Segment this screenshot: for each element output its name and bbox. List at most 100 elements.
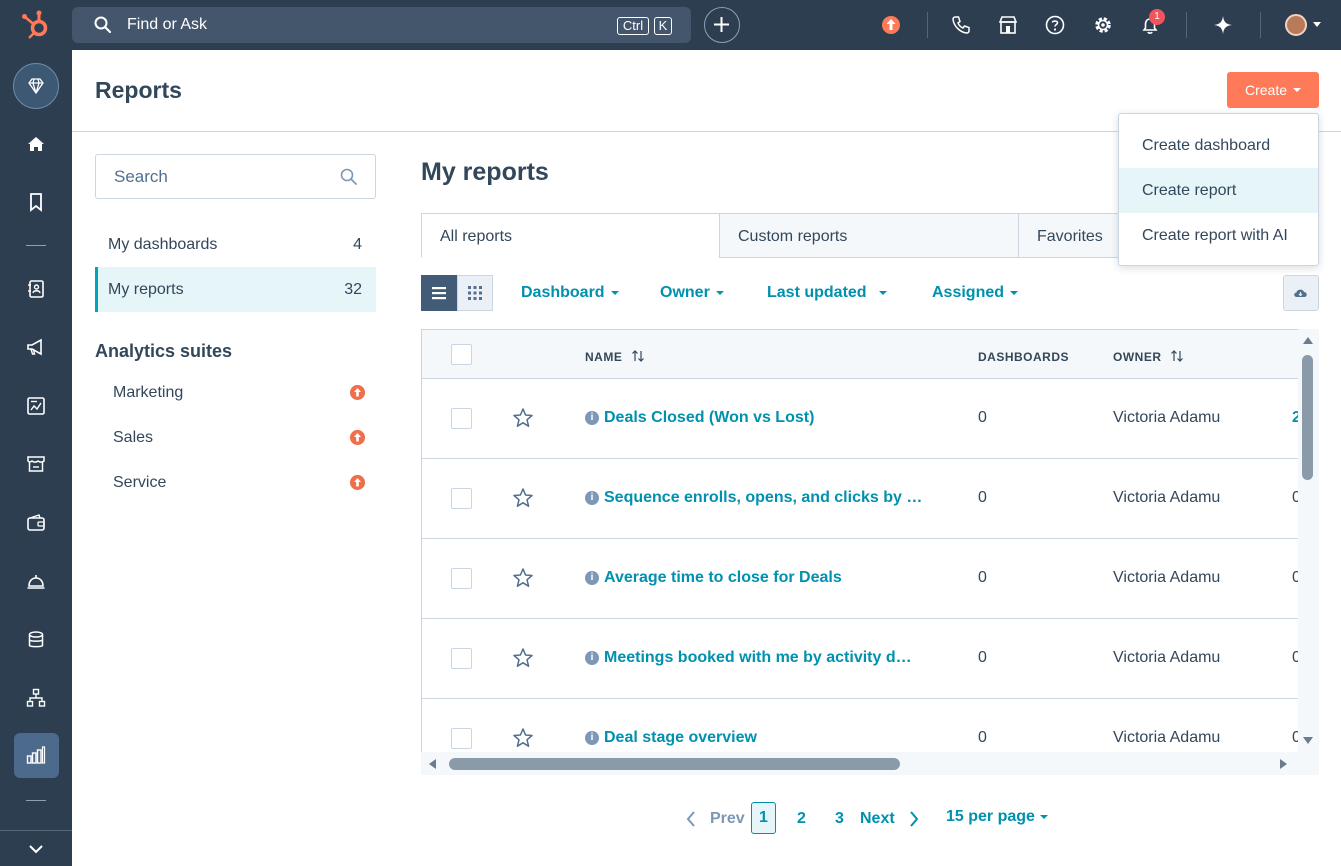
- suite-item-service[interactable]: Service: [95, 461, 376, 506]
- hubspot-logo-icon[interactable]: [20, 9, 54, 41]
- sidebar-item-my-dashboards[interactable]: My dashboards 4: [95, 222, 376, 267]
- report-name-link[interactable]: Deal stage overview: [604, 729, 757, 747]
- create-dropdown-menu: Create dashboard Create report Create re…: [1118, 113, 1319, 266]
- suite-item-label: Service: [113, 474, 167, 491]
- analytics-suites-heading: Analytics suites: [95, 341, 233, 361]
- reports-search-input[interactable]: [97, 156, 337, 197]
- filter-owner[interactable]: Owner: [660, 284, 724, 302]
- commerce-store-icon[interactable]: [24, 452, 48, 476]
- horizontal-scroll-thumb[interactable]: [449, 758, 900, 770]
- pagination-page-2[interactable]: 2: [797, 810, 806, 828]
- suite-item-marketing[interactable]: Marketing: [95, 371, 376, 416]
- pagination-page-3[interactable]: 3: [835, 810, 844, 828]
- filter-last-updated[interactable]: Last updated: [767, 284, 887, 302]
- row-checkbox[interactable]: [451, 488, 472, 509]
- report-name-link[interactable]: Deals Closed (Won vs Lost): [604, 409, 814, 427]
- scroll-right-arrow-icon[interactable]: [1279, 758, 1289, 770]
- menu-item-create-report[interactable]: Create report: [1119, 168, 1318, 213]
- phone-icon[interactable]: [950, 14, 972, 36]
- reports-search-box[interactable]: [95, 154, 376, 199]
- scroll-down-arrow-icon[interactable]: [1302, 736, 1314, 746]
- create-button[interactable]: Create: [1227, 72, 1319, 108]
- automation-hierarchy-icon[interactable]: [24, 686, 48, 710]
- user-avatar[interactable]: [1285, 14, 1307, 36]
- table-row[interactable]: i Average time to close for Deals 0 Vict…: [422, 539, 1298, 619]
- dashboards-count: 0: [978, 409, 987, 426]
- star-favorite-icon[interactable]: [512, 647, 534, 669]
- topbar-divider: [927, 12, 928, 38]
- marketplace-icon[interactable]: [997, 14, 1019, 36]
- search-icon[interactable]: [340, 168, 358, 186]
- settings-gear-icon[interactable]: [1092, 14, 1114, 36]
- top-bar: Find or Ask Ctrl K 1: [0, 0, 1341, 50]
- per-page-selector[interactable]: 15 per page: [946, 808, 1048, 826]
- nav-item-upgrade[interactable]: [13, 63, 59, 109]
- nav-item-reports[interactable]: [14, 733, 59, 778]
- upgrade-arrow-icon: [350, 430, 365, 445]
- table-row[interactable]: i Sequence enrolls, opens, and clicks by…: [422, 459, 1298, 539]
- tab-favorites[interactable]: Favorites: [1018, 213, 1128, 258]
- star-favorite-icon[interactable]: [512, 567, 534, 589]
- list-view-button[interactable]: [421, 275, 457, 311]
- report-name-link[interactable]: Sequence enrolls, opens, and clicks by …: [604, 489, 922, 507]
- pagination-page-current[interactable]: 1: [751, 802, 776, 834]
- star-favorite-icon[interactable]: [512, 407, 534, 429]
- info-icon[interactable]: i: [585, 651, 599, 665]
- column-header-owner[interactable]: OWNER: [1113, 350, 1184, 364]
- export-button[interactable]: [1283, 275, 1319, 311]
- quick-create-button[interactable]: [704, 7, 740, 43]
- pagination-prev[interactable]: Prev: [710, 810, 745, 828]
- info-icon[interactable]: i: [585, 411, 599, 425]
- filter-assigned[interactable]: Assigned: [932, 284, 1019, 302]
- suite-item-sales[interactable]: Sales: [95, 416, 376, 461]
- info-icon[interactable]: i: [585, 571, 599, 585]
- sort-icon: [632, 350, 645, 362]
- filter-label: Dashboard: [521, 284, 605, 301]
- home-icon[interactable]: [24, 132, 48, 156]
- upgrade-arrow-icon[interactable]: [880, 14, 902, 36]
- wallet-icon[interactable]: [24, 511, 48, 535]
- info-icon[interactable]: i: [585, 731, 599, 745]
- bookmark-icon[interactable]: [24, 190, 48, 214]
- info-icon[interactable]: i: [585, 491, 599, 505]
- global-search-bar[interactable]: Find or Ask Ctrl K: [72, 7, 691, 43]
- star-favorite-icon[interactable]: [512, 487, 534, 509]
- vertical-scroll-thumb[interactable]: [1302, 355, 1313, 480]
- select-all-checkbox[interactable]: [451, 344, 472, 365]
- report-name-link[interactable]: Meetings booked with me by activity d…: [604, 649, 912, 667]
- scroll-up-arrow-icon[interactable]: [1302, 335, 1314, 345]
- ai-sparkle-icon[interactable]: [1212, 14, 1234, 36]
- table-row[interactable]: i Deal stage overview 0 Victoria Adamu 0: [422, 699, 1298, 752]
- content-icon[interactable]: [24, 394, 48, 418]
- help-icon[interactable]: [1044, 14, 1066, 36]
- filter-dashboard[interactable]: Dashboard: [521, 284, 619, 302]
- scroll-left-arrow-icon[interactable]: [427, 758, 437, 770]
- global-search-placeholder[interactable]: Find or Ask: [127, 16, 207, 34]
- contacts-book-icon[interactable]: [24, 277, 48, 301]
- menu-item-create-dashboard[interactable]: Create dashboard: [1119, 123, 1318, 168]
- row-checkbox[interactable]: [451, 648, 472, 669]
- row-checkbox[interactable]: [451, 568, 472, 589]
- menu-item-create-report-with-ai[interactable]: Create report with AI: [1119, 213, 1318, 258]
- tab-all-reports[interactable]: All reports: [421, 213, 720, 258]
- service-bell-icon[interactable]: [24, 569, 48, 593]
- column-header-name[interactable]: NAME: [585, 350, 645, 364]
- row-checkbox[interactable]: [451, 408, 472, 429]
- chevron-right-icon[interactable]: [909, 811, 919, 827]
- marketing-megaphone-icon[interactable]: [24, 335, 48, 359]
- table-row[interactable]: i Deals Closed (Won vs Lost) 0 Victoria …: [422, 379, 1298, 459]
- report-name-link[interactable]: Average time to close for Deals: [604, 569, 842, 587]
- star-favorite-icon[interactable]: [512, 727, 534, 749]
- nav-expand-toggle[interactable]: [0, 830, 72, 866]
- cloud-download-icon: [1294, 289, 1307, 297]
- pagination-next[interactable]: Next: [860, 810, 895, 828]
- row-checkbox[interactable]: [451, 728, 472, 749]
- column-header-dashboards[interactable]: DASHBOARDS: [978, 350, 1069, 364]
- tab-custom-reports[interactable]: Custom reports: [719, 213, 1019, 258]
- sidebar-item-my-reports[interactable]: My reports 32: [95, 267, 376, 312]
- suite-item-label: Sales: [113, 429, 154, 446]
- data-database-icon[interactable]: [24, 628, 48, 652]
- grid-view-button[interactable]: [457, 275, 493, 311]
- chevron-down-icon[interactable]: [1313, 22, 1321, 27]
- table-row[interactable]: i Meetings booked with me by activity d……: [422, 619, 1298, 699]
